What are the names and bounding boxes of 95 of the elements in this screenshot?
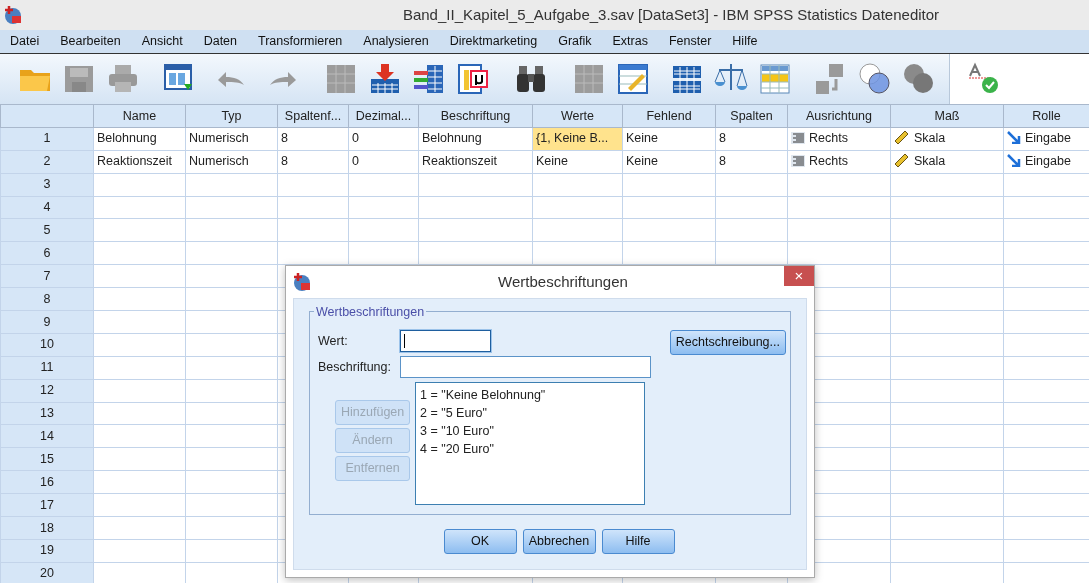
app-icon — [292, 272, 312, 292]
row-number[interactable]: 9 — [0, 310, 94, 334]
menu-item[interactable]: Grafik — [548, 32, 603, 51]
row-number[interactable]: 10 — [0, 333, 94, 357]
menu-item[interactable]: Hilfe — [722, 32, 769, 51]
menu-item[interactable]: Bearbeiten — [50, 32, 132, 51]
table-cell[interactable]: 0 — [348, 127, 419, 151]
input-field[interactable] — [400, 330, 491, 352]
row-number[interactable]: 11 — [0, 356, 94, 380]
menu-item[interactable]: Transformieren — [248, 32, 354, 51]
row-number[interactable]: 13 — [0, 402, 94, 425]
table-icon[interactable] — [758, 62, 792, 96]
spelling-button[interactable]: Rechtschreibung... — [669, 330, 786, 355]
row-number[interactable]: 1 — [0, 127, 94, 151]
menu-item[interactable]: Datei — [0, 32, 51, 51]
menu-item[interactable]: Extras — [602, 32, 659, 51]
table-cell[interactable]: Keine — [622, 150, 716, 174]
menu-item[interactable]: Ansicht — [131, 32, 194, 51]
dialog-button[interactable]: Abbrechen — [522, 529, 596, 554]
menu-item[interactable]: Fenster — [658, 32, 723, 51]
align-right-icon — [791, 132, 805, 145]
spellcheck-icon[interactable] — [966, 62, 1000, 96]
table-cell[interactable]: 8 — [715, 150, 788, 174]
column-header[interactable]: Dezimal... — [348, 104, 419, 128]
table-cell[interactable]: Numerisch — [185, 150, 278, 174]
table-cell[interactable]: Skala — [890, 150, 1004, 174]
column-header[interactable]: Maß — [890, 104, 1004, 128]
list-item[interactable]: 2 = "5 Euro" — [420, 404, 640, 422]
table-cell[interactable]: Belohnung — [418, 127, 533, 151]
row-number[interactable]: 15 — [0, 447, 94, 471]
column-header[interactable]: Werte — [532, 104, 623, 128]
table-cell[interactable]: 8 — [277, 127, 349, 151]
circles-icon[interactable] — [858, 62, 892, 96]
table-cell[interactable]: Reaktionszeit — [418, 150, 533, 174]
column-header[interactable]: Rolle — [1003, 104, 1089, 128]
table-cell[interactable]: 8 — [277, 150, 349, 174]
value-list[interactable]: 1 = "Keine Belohnung" 2 = "5 Euro" 3 = "10 Euro" 4 = "20 Euro" — [415, 382, 645, 505]
window-title: Band_II_Kapitel_5_Aufgabe_3.sav [DataSet3] - IBM SPSS Statistics Dateneditor — [401, 4, 941, 25]
row-number[interactable]: 12 — [0, 379, 94, 403]
row-number[interactable]: 16 — [0, 470, 94, 494]
row-number[interactable]: 8 — [0, 287, 94, 311]
row-number[interactable]: 7 — [0, 264, 94, 288]
row-number[interactable]: 5 — [0, 218, 94, 242]
list-item[interactable]: 4 = "20 Euro" — [420, 440, 640, 458]
column-header[interactable]: Name — [93, 104, 186, 128]
row-number[interactable]: 19 — [0, 539, 94, 563]
column-header[interactable]: Ausrichtung — [787, 104, 891, 128]
row-number[interactable]: 17 — [0, 493, 94, 517]
table-cell[interactable]: Numerisch — [185, 127, 278, 151]
table-arrow-icon[interactable] — [368, 62, 402, 96]
column-header[interactable]: Typ — [185, 104, 278, 128]
input-field[interactable] — [400, 356, 651, 378]
table-cell[interactable]: Belohnung — [93, 127, 186, 151]
menu-item[interactable]: Direktmarketing — [439, 32, 549, 51]
row-number[interactable]: 14 — [0, 424, 94, 448]
dialog-title: Wertbeschriftungen — [498, 271, 628, 292]
column-header[interactable]: Beschriftung — [418, 104, 533, 128]
row-number[interactable]: 18 — [0, 516, 94, 540]
table-cell[interactable]: Rechts — [787, 150, 891, 174]
table-mu-icon[interactable] — [456, 62, 490, 96]
table-cell[interactable]: Skala — [890, 127, 1004, 151]
table-pencil-icon[interactable] — [616, 62, 650, 96]
list-item[interactable]: 3 = "10 Euro" — [420, 422, 640, 440]
row-number[interactable]: 3 — [0, 173, 94, 197]
circles-icon[interactable] — [902, 62, 936, 96]
list-item[interactable]: 1 = "Keine Belohnung" — [420, 386, 640, 404]
menu-item[interactable]: Daten — [193, 32, 248, 51]
column-header[interactable]: Fehlend — [622, 104, 716, 128]
arrow-icon — [1007, 131, 1021, 145]
row-number[interactable]: 6 — [0, 241, 94, 265]
dialog-button[interactable]: OK — [443, 529, 517, 554]
ruler-icon — [894, 153, 910, 168]
table-cell[interactable]: Keine — [622, 127, 716, 151]
dialog-button[interactable]: Hilfe — [601, 529, 675, 554]
grid-icon[interactable] — [324, 62, 358, 96]
variable-list-icon[interactable] — [412, 62, 446, 96]
app-icon — [3, 5, 23, 25]
table-cell[interactable]: Reaktionszeit — [93, 150, 186, 174]
table-cell[interactable]: Rechts — [787, 127, 891, 151]
ruler-icon — [894, 130, 910, 145]
row-number[interactable]: 20 — [0, 562, 94, 583]
table-cell[interactable]: Keine — [532, 150, 623, 174]
align-right-icon — [791, 155, 805, 168]
column-header[interactable]: Spalten — [715, 104, 788, 128]
close-button[interactable]: × — [784, 266, 814, 286]
arrow-icon — [1007, 154, 1021, 168]
grid-icon[interactable] — [572, 62, 606, 96]
column-header[interactable]: Spaltenf... — [277, 104, 349, 128]
table-cell[interactable]: 8 — [715, 127, 788, 151]
row-number[interactable]: 2 — [0, 150, 94, 174]
menu-item[interactable]: Analysieren — [353, 32, 440, 51]
field-label: Beschriftung: — [318, 358, 392, 376]
table-cell[interactable]: 0 — [348, 150, 419, 174]
field-label: Wert: — [318, 332, 349, 350]
row-number[interactable]: 4 — [0, 196, 94, 219]
